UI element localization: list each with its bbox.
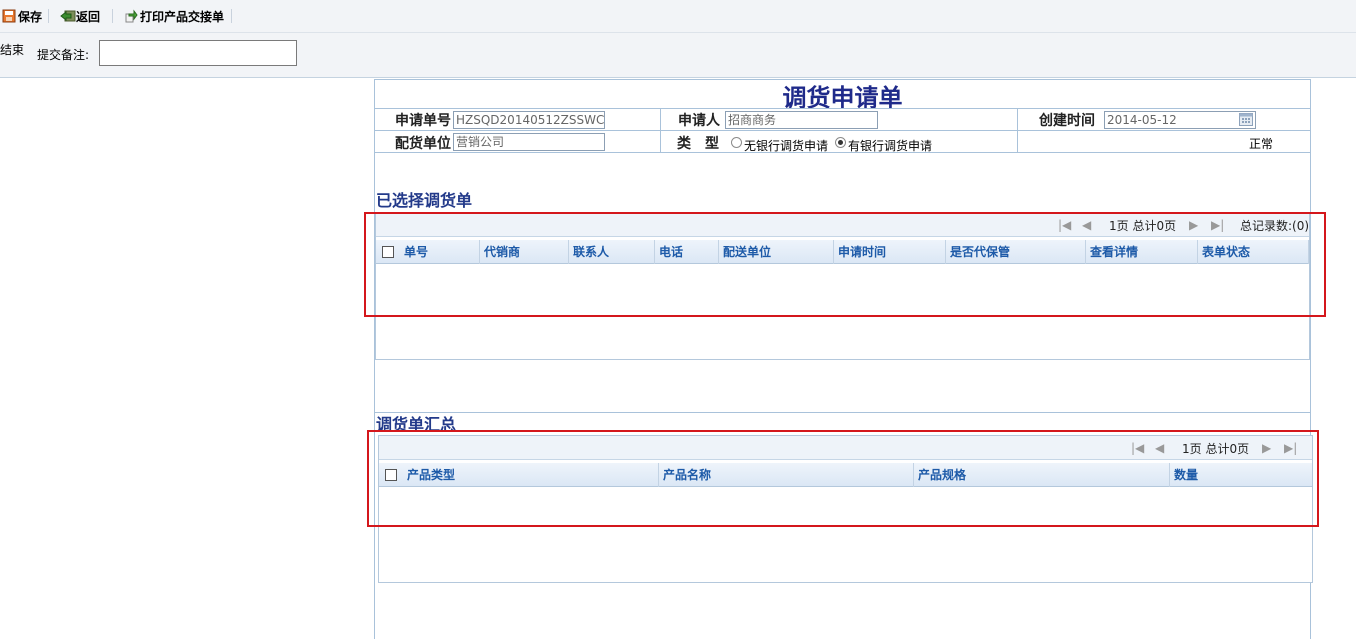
save-label: 保存 — [18, 9, 43, 24]
applicant-field[interactable]: 招商商务 — [725, 111, 878, 129]
type-label: 类 型 — [677, 136, 719, 152]
highlight-box — [364, 212, 1326, 317]
no-bank-radio[interactable] — [731, 137, 742, 148]
toolbar-separator — [231, 9, 232, 23]
no-bank-label: 无银行调货申请 — [744, 139, 829, 153]
unit-field[interactable]: 营销公司 — [453, 133, 605, 151]
back-label: 返回 — [76, 9, 101, 24]
toolbar-separator — [112, 9, 113, 23]
green-arrow-icon — [124, 9, 138, 23]
highlight-box — [367, 430, 1319, 527]
order-no-label: 申请单号 — [395, 113, 451, 129]
back-arrow-icon — [60, 9, 76, 23]
with-bank-label: 有银行调货申请 — [848, 139, 933, 153]
divider — [375, 412, 1311, 413]
applicant-label: 申请人 — [678, 113, 720, 129]
end-label: 结束 — [0, 43, 25, 57]
created-time-field[interactable]: 2014-05-12 — [1104, 111, 1256, 129]
unit-label: 配货单位 — [395, 136, 451, 152]
print-label: 打印产品交接单 — [140, 9, 225, 24]
created-time-label: 创建时间 — [1039, 113, 1095, 129]
remark-label: 提交备注: — [37, 48, 90, 62]
selected-orders-title: 已选择调货单 — [376, 191, 473, 210]
save-button[interactable]: 保存 — [2, 7, 42, 25]
toolbar-separator — [48, 9, 49, 23]
status-value: 正常 — [1249, 137, 1274, 151]
order-no-field[interactable]: HZSQD20140512ZSSWC — [453, 111, 605, 129]
with-bank-radio[interactable] — [835, 137, 846, 148]
back-button[interactable]: 返回 — [60, 7, 100, 25]
save-icon — [2, 9, 16, 23]
remark-input[interactable] — [99, 40, 297, 66]
print-handover-button[interactable]: 打印产品交接单 — [124, 7, 224, 25]
calendar-icon[interactable] — [1239, 113, 1253, 129]
created-time-value: 2014-05-12 — [1107, 113, 1177, 127]
